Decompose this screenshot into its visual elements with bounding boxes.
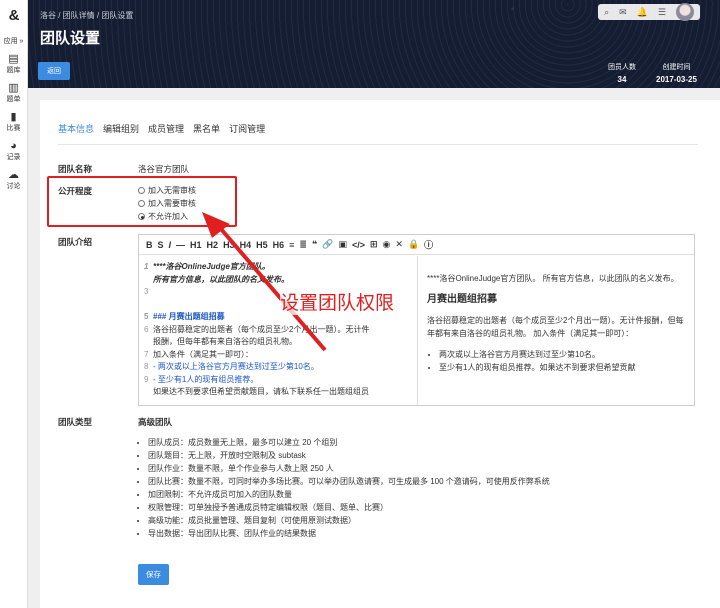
members-value: 34: [617, 75, 627, 84]
bold-button[interactable]: B: [146, 240, 153, 250]
tab-bar: 基本信息 编辑组别 成员管理 黑名单 订阅管理: [58, 122, 265, 135]
logo[interactable]: &: [0, 0, 28, 30]
editor-preview-pane: ****洛谷OnlineJudge官方团队。 所有官方信息，以此团队的名义发布。…: [427, 256, 694, 405]
source-line: 8- 两次或以上洛谷官方月赛达到过至少第10名。: [144, 362, 319, 371]
created-stat: 创建时间 2017-03-25: [656, 62, 697, 84]
sidebar-item-label: 题库: [6, 67, 21, 74]
divider: [58, 144, 698, 145]
sidebar-item-records[interactable]: ◕ 记录: [0, 140, 27, 162]
feature-list: 团队成员：成员数量无上限，最多可以建立 20 个组别 团队题目：无上限，开放时空…: [148, 436, 550, 540]
chat-icon: ☁: [8, 169, 19, 181]
code-icon[interactable]: </>: [352, 240, 365, 250]
sidebar-item-label: 记录: [6, 154, 21, 161]
menu-icon[interactable]: ☰: [658, 7, 666, 18]
tab-subscriptions[interactable]: 订阅管理: [229, 122, 265, 135]
list-item: 导出数据：导出团队比赛、团队作业的结果数据: [148, 527, 550, 540]
mail-icon[interactable]: ✉: [619, 7, 627, 18]
created-value: 2017-03-25: [656, 75, 697, 84]
list-item: 团队比赛：数量不限，可同时举办多场比赛。可以举办团队邀请赛，可生成最多 100 …: [148, 475, 550, 488]
tab-blacklist[interactable]: 黑名单: [193, 122, 220, 135]
intro-label: 团队介绍: [58, 237, 93, 247]
team-name-value[interactable]: 洛谷官方团队: [138, 163, 189, 175]
sidebar-item-label: 讨论: [6, 183, 21, 190]
team-name-label: 团队名称: [58, 164, 93, 174]
user-toolbar: ⌕ ✉ 🔔 ☰: [598, 3, 700, 21]
sidebar-item-problemsets[interactable]: ▥ 题单: [0, 82, 27, 104]
page-title: 团队设置: [40, 30, 101, 47]
preview-heading: 月赛出题组招募: [427, 294, 497, 305]
list-item: 团队题目：无上限，开放时空限制及 subtask: [148, 449, 550, 462]
hr-button[interactable]: —: [176, 240, 185, 250]
bar-icon: ▮: [10, 111, 17, 123]
bell-icon[interactable]: 🔔: [637, 7, 648, 18]
source-line: 9- 至少有1人的现有组员推荐。: [144, 374, 259, 384]
members-stat: 团员人数 34: [608, 62, 636, 84]
table-icon[interactable]: ⊞: [370, 239, 378, 250]
list-item: 加团限制：不允许成员可加入的团队数量: [148, 488, 550, 501]
preview-paragraph: 洛谷招募稳定的出题者（每个成员至少2个月出一题）。无计件报酬，但每年都有来自洛谷…: [427, 316, 684, 338]
sidebar-item-contests[interactable]: ▮ 比赛: [0, 111, 27, 133]
team-type-value: 高级团队: [138, 417, 173, 427]
members-label: 团员人数: [608, 64, 636, 71]
fullscreen-icon[interactable]: ✕: [395, 239, 403, 250]
annotation-arrow: [202, 212, 327, 352]
tab-edit-groups[interactable]: 编辑组别: [103, 122, 139, 135]
list-item: 团队作业：数量不限，单个作业参与人数上限 250 人: [148, 462, 550, 475]
tab-members[interactable]: 成员管理: [148, 122, 184, 135]
settings-card: 基本信息 编辑组别 成员管理 黑名单 订阅管理 团队名称 洛谷官方团队 公开程度…: [40, 100, 720, 608]
preview-intro: ****洛谷OnlineJudge官方团队。 所有官方信息，以此团队的名义发布。: [427, 274, 679, 283]
preview-bullet: 至少有1人的现有组员推荐。如果达不到要求但希望贡献: [439, 361, 688, 374]
created-label: 创建时间: [662, 64, 691, 71]
breadcrumb[interactable]: 洛谷 / 团队详情 / 团队设置: [40, 10, 133, 21]
pie-icon: ◕: [10, 140, 17, 152]
info-icon[interactable]: ⓘ: [424, 238, 433, 251]
page-header: 洛谷 / 团队详情 / 团队设置 团队设置 返回 ⌕ ✉ 🔔 ☰ 团员人数 34…: [28, 0, 720, 88]
list-item: 高级功能：成员批量管理、题目复制（可使用原测试数据）: [148, 514, 550, 527]
lock-icon[interactable]: 🔒: [408, 239, 419, 250]
back-button[interactable]: 返回: [38, 62, 70, 80]
sidebar-item-discuss[interactable]: ☁ 讨论: [0, 169, 27, 191]
sidebar-item-problems[interactable]: ▤ 题库: [0, 53, 27, 75]
annotation-text: 设置团队权限: [280, 288, 395, 315]
sidebar-item-label: 题单: [6, 96, 21, 103]
sidebar: & 应用 » ▤ 题库 ▥ 题单 ▮ 比赛 ◕ 记录 ☁ 讨论: [0, 0, 28, 608]
source-line: 如果达不到要求但希望贡献题目，请私下联系任一出题组组员: [153, 387, 369, 396]
sidebar-item-label: 比赛: [6, 125, 21, 132]
doc-icon: ▥: [8, 82, 19, 94]
list-item: 权限管理：可单独授予普通成员特定编辑权限（题目、题单、比赛）: [148, 501, 550, 514]
italic-button[interactable]: I: [169, 240, 172, 250]
save-button[interactable]: 保存: [138, 564, 169, 585]
preview-icon[interactable]: ◉: [383, 239, 391, 250]
list-icon: ▤: [8, 53, 19, 65]
team-type-label: 团队类型: [58, 417, 93, 427]
app-toggle-button[interactable]: 应用 »: [0, 36, 27, 46]
search-icon[interactable]: ⌕: [604, 7, 609, 18]
tab-basic-info[interactable]: 基本信息: [58, 122, 94, 135]
avatar[interactable]: [676, 3, 694, 21]
strike-button[interactable]: S: [158, 240, 164, 250]
preview-bullet: 两次或以上洛谷官方月赛达到过至少第10名。: [439, 348, 688, 361]
list-item: 团队成员：成员数量无上限，最多可以建立 20 个组别: [148, 436, 550, 449]
